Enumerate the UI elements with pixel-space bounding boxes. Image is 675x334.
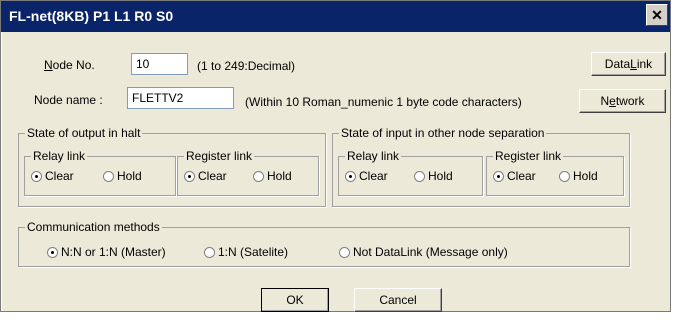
comm-satelite-radio[interactable]: 1:N (Satelite) [204, 245, 288, 259]
sep-relay-label: Relay link [345, 149, 402, 163]
halt-relay-clear-radio[interactable]: Clear [31, 169, 74, 183]
node-name-input[interactable] [127, 87, 234, 109]
radio-checked-icon [47, 246, 58, 258]
radio-checked-icon [493, 170, 504, 182]
cancel-button[interactable]: Cancel [354, 288, 442, 312]
node-no-label: Node No. [44, 58, 95, 72]
node-name-hint: (Within 10 Roman_numenic 1 byte code cha… [245, 95, 522, 109]
node-no-hint: (1 to 249:Decimal) [197, 59, 296, 73]
halt-register-label: Register link [184, 149, 255, 163]
communication-methods-label: Communication methods [25, 220, 162, 234]
network-button[interactable]: Ne twork [579, 89, 666, 113]
ok-button[interactable]: OK [261, 288, 329, 312]
radio-unchecked-icon [253, 170, 264, 182]
sep-relay-group: Relay link Clear Hold [338, 149, 483, 196]
fl-net-dialog: FL-net(8KB) P1 L1 R0 S0 ✕ Node No. (1 to… [0, 0, 671, 312]
comm-master-radio[interactable]: N:N or 1:N (Master) [47, 245, 166, 259]
datalink-button[interactable]: Data Link [591, 52, 666, 76]
output-halt-label: State of output in halt [25, 126, 143, 140]
radio-unchecked-icon [103, 170, 114, 182]
close-icon: ✕ [651, 6, 663, 23]
comm-message-only-radio[interactable]: Not DataLink (Message only) [339, 245, 508, 259]
communication-methods-group: Communication methods N:N or 1:N (Master… [18, 220, 630, 267]
radio-checked-icon [345, 170, 356, 182]
halt-relay-group: Relay link Clear Hold [24, 149, 176, 196]
node-no-input[interactable] [131, 53, 188, 75]
radio-unchecked-icon [559, 170, 570, 182]
sep-relay-hold-radio[interactable]: Hold [414, 169, 453, 183]
radio-unchecked-icon [414, 170, 425, 182]
halt-register-group: Register link Clear Hold [177, 149, 319, 196]
sep-register-label: Register link [493, 149, 564, 163]
sep-relay-clear-radio[interactable]: Clear [345, 169, 388, 183]
input-separation-label: State of input in other node separation [339, 126, 547, 140]
radio-checked-icon [184, 170, 195, 182]
radio-unchecked-icon [204, 246, 215, 258]
radio-checked-icon [31, 170, 42, 182]
sep-register-group: Register link Clear Hold [486, 149, 624, 196]
close-button[interactable]: ✕ [646, 4, 668, 26]
halt-relay-label: Relay link [31, 149, 88, 163]
radio-unchecked-icon [339, 246, 350, 258]
input-separation-group: State of input in other node separation … [332, 126, 630, 207]
window-title: FL-net(8KB) P1 L1 R0 S0 [9, 8, 174, 24]
title-bar[interactable]: FL-net(8KB) P1 L1 R0 S0 ✕ [1, 1, 670, 32]
node-name-label: Node name : [34, 93, 103, 107]
halt-register-hold-radio[interactable]: Hold [253, 169, 292, 183]
sep-register-clear-radio[interactable]: Clear [493, 169, 536, 183]
halt-relay-hold-radio[interactable]: Hold [103, 169, 142, 183]
sep-register-hold-radio[interactable]: Hold [559, 169, 598, 183]
halt-register-clear-radio[interactable]: Clear [184, 169, 227, 183]
output-halt-group: State of output in halt Relay link Clear… [18, 126, 326, 207]
